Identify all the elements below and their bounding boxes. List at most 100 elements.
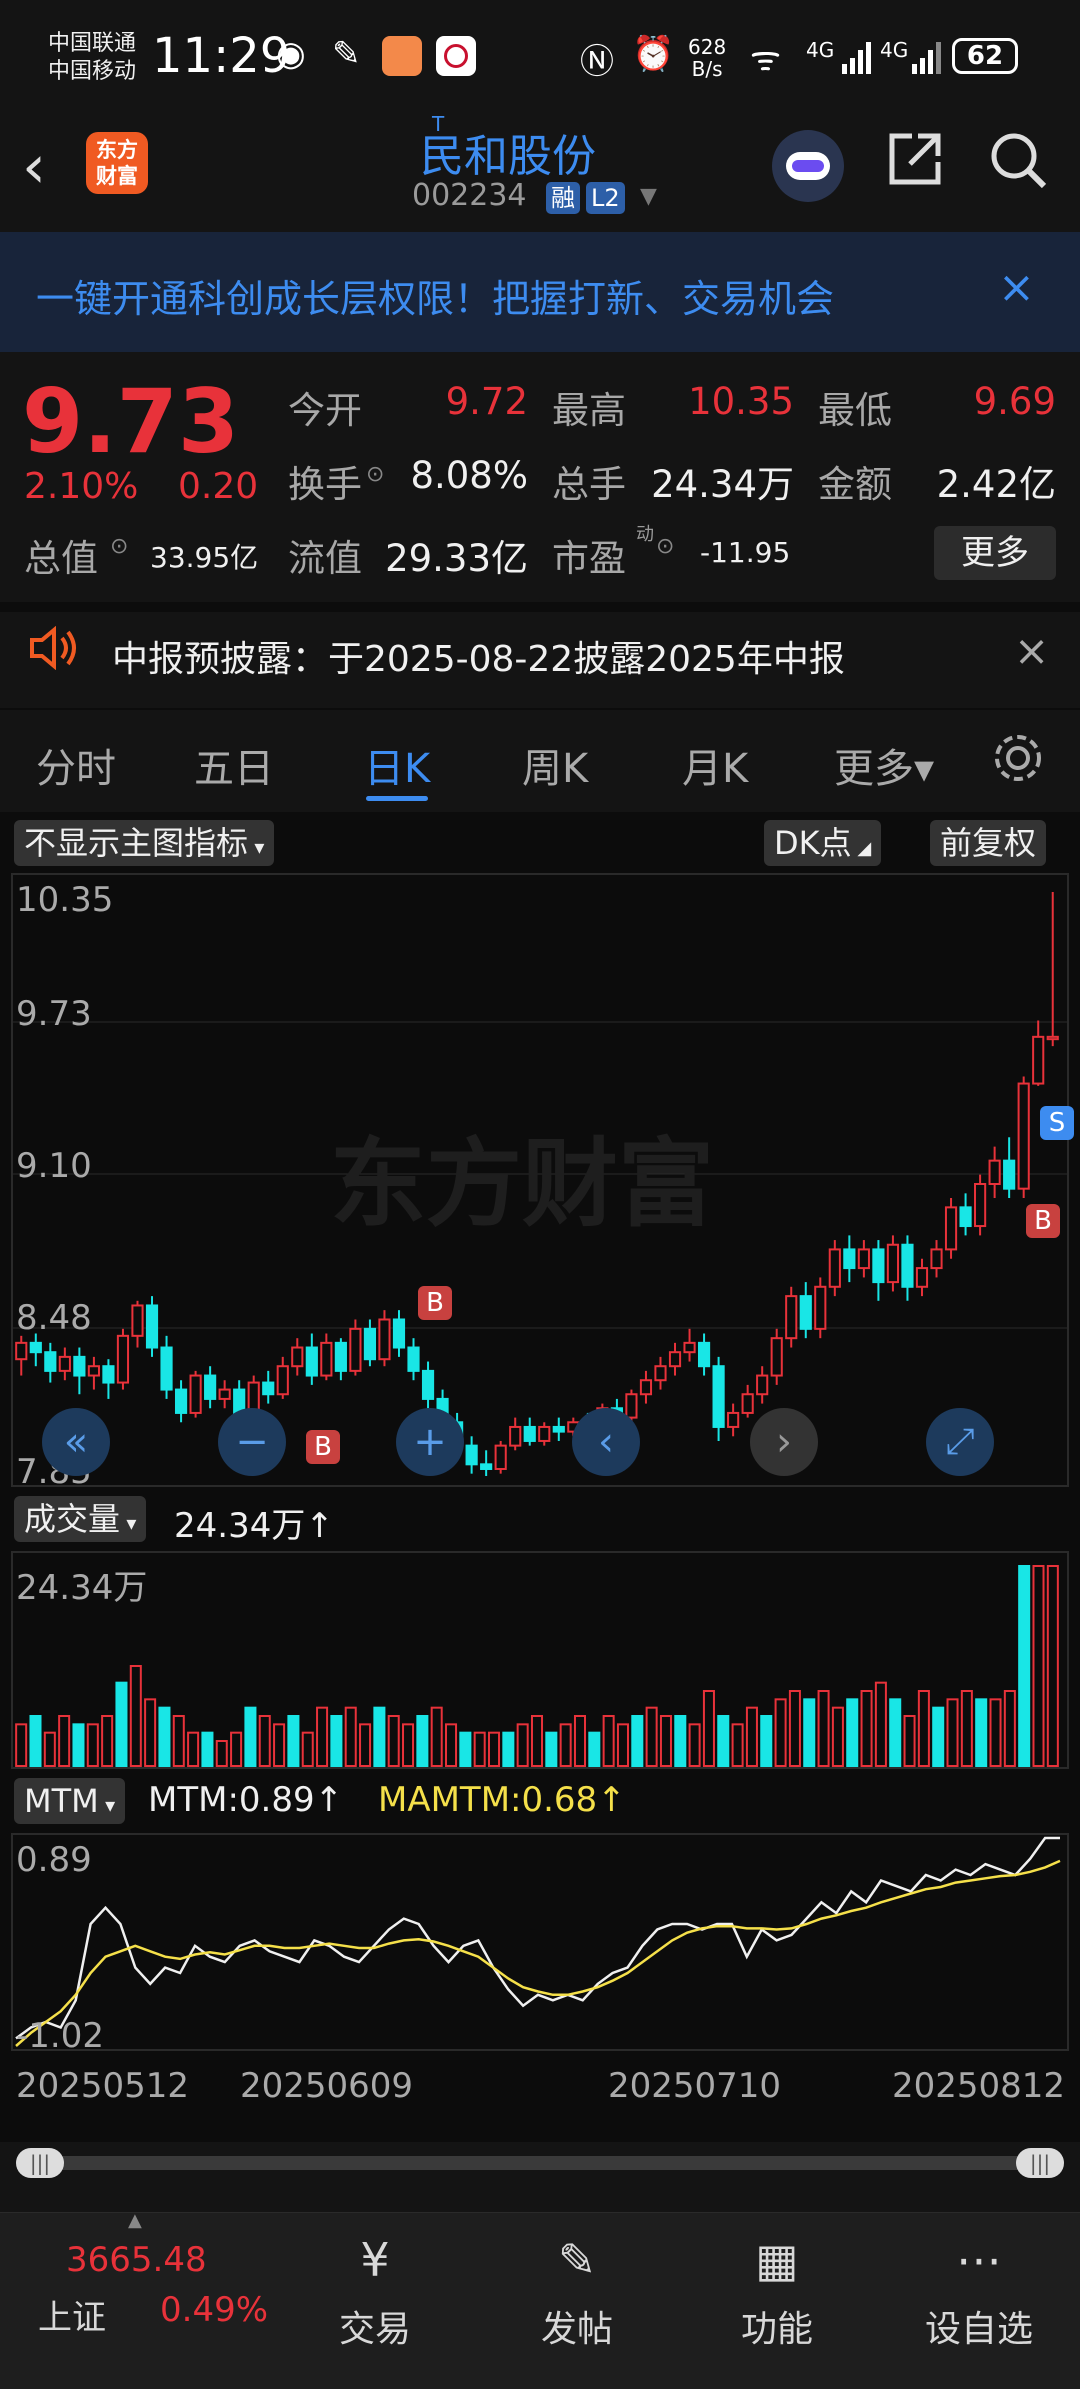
- mtm-line: [15, 1836, 1060, 2040]
- candle-body: [29, 1341, 42, 1354]
- battery-indicator: 62: [952, 38, 1018, 74]
- mamtm-reading: MAMTM:0.68↑: [378, 1780, 626, 1820]
- robot-avatar[interactable]: [772, 130, 844, 202]
- pe-value: -11.95: [700, 536, 791, 569]
- mtm-indicator-select[interactable]: MTM ▾: [14, 1778, 126, 1824]
- volume-bar: [731, 1723, 744, 1767]
- range-slider-track[interactable]: [40, 2156, 1040, 2170]
- volume-bar: [72, 1723, 85, 1767]
- index-name[interactable]: 上证: [38, 2290, 106, 2339]
- candle-body: [785, 1295, 798, 1340]
- low-value: 9.69: [973, 380, 1056, 423]
- settings-gear-icon[interactable]: [990, 730, 1046, 790]
- volume-bar: [817, 1690, 830, 1767]
- mktcap-value: 33.95亿: [150, 541, 259, 574]
- volume-bar: [144, 1698, 157, 1767]
- tab-five-day[interactable]: 五日: [194, 736, 274, 794]
- search-icon[interactable]: [986, 128, 1050, 207]
- buy-marker[interactable]: B: [306, 1430, 340, 1464]
- fullscreen-button[interactable]: ⤢: [926, 1408, 994, 1476]
- volume-bar: [1018, 1565, 1031, 1767]
- nav-trade-label: 交易: [338, 2309, 411, 2350]
- sell-marker[interactable]: S: [1040, 1106, 1074, 1140]
- buy-marker[interactable]: B: [418, 1286, 452, 1320]
- scroll-start-button[interactable]: «: [42, 1408, 110, 1476]
- nav-post-label: 发帖: [540, 2309, 613, 2350]
- zoom-out-button[interactable]: −: [218, 1408, 286, 1476]
- signal-4g-2: 4G: [880, 38, 909, 62]
- zoom-in-button[interactable]: +: [396, 1408, 464, 1476]
- range-slider-right-handle[interactable]: |||: [1016, 2148, 1064, 2178]
- candle-body: [523, 1425, 536, 1442]
- candle-body: [654, 1365, 667, 1382]
- volume-bar: [602, 1715, 615, 1767]
- candle-body: [944, 1206, 958, 1251]
- tab-monthly-k[interactable]: 月K: [682, 736, 748, 794]
- volume-chart[interactable]: [0, 1550, 1080, 1772]
- scroll-right-button[interactable]: ›: [750, 1408, 818, 1476]
- mtm-chart[interactable]: [0, 1832, 1080, 2054]
- candle-body: [276, 1365, 289, 1396]
- banner-text[interactable]: 一键开通科创成长层权限！把握打新、交易机会: [36, 268, 834, 323]
- divider: [0, 602, 1080, 612]
- promo-banner[interactable]: 一键开通科创成长层权限！把握打新、交易机会 ×: [0, 232, 1080, 352]
- candle-body: [465, 1444, 478, 1466]
- nav-trade[interactable]: ¥ 交易: [310, 2220, 440, 2352]
- tab-intraday[interactable]: 分时: [36, 736, 116, 794]
- buy-marker[interactable]: B: [1026, 1204, 1060, 1238]
- volume-indicator-select[interactable]: 成交量 ▾: [14, 1496, 147, 1542]
- banner-close-icon[interactable]: ×: [998, 262, 1035, 313]
- notice-close-icon[interactable]: ×: [1014, 626, 1049, 675]
- info-icon[interactable]: ⊙: [366, 462, 384, 487]
- mktcap-label: 总值: [24, 537, 98, 580]
- back-button[interactable]: ‹: [22, 132, 46, 202]
- stock-name[interactable]: 民和股份: [420, 120, 596, 184]
- current-price: 9.73: [22, 370, 240, 473]
- candle-body: [741, 1393, 754, 1414]
- volume-bar: [588, 1731, 601, 1768]
- chevron-down-icon[interactable]: ▼: [640, 184, 657, 209]
- wifi-icon: ᯤ: [750, 39, 782, 79]
- chevron-up-icon[interactable]: ▲: [128, 2210, 142, 2231]
- app-logo[interactable]: 东方 财富: [86, 132, 148, 194]
- dk-point-toggle[interactable]: DK点 ◢: [764, 820, 882, 866]
- candle-body: [131, 1304, 144, 1337]
- index-value[interactable]: 3665.48: [66, 2240, 207, 2280]
- more-button[interactable]: 更多: [934, 526, 1056, 580]
- main-indicator-select[interactable]: 不显示主图指标 ▾: [14, 820, 275, 866]
- nav-add-watchlist[interactable]: ⋯ 设自选: [914, 2220, 1044, 2352]
- mktcap-info-icon[interactable]: ⊙: [110, 534, 128, 559]
- volume-bar: [760, 1715, 773, 1767]
- range-slider-left-handle[interactable]: |||: [16, 2148, 64, 2178]
- notice-text[interactable]: 中报预披露：于2025-08-22披露2025年中报: [112, 630, 845, 682]
- nav-functions[interactable]: ▦ 功能: [712, 2220, 842, 2352]
- tab-weekly-k[interactable]: 周K: [522, 736, 588, 794]
- candle-body: [697, 1341, 711, 1368]
- signal-bars-2-icon: [910, 40, 944, 74]
- adjust-select[interactable]: 前复权: [930, 820, 1047, 866]
- carrier-info: 中国联通 中国移动: [48, 30, 136, 86]
- price-axis-label: 10.35: [16, 880, 114, 920]
- scroll-left-button[interactable]: ‹: [572, 1408, 640, 1476]
- divider: [0, 708, 1080, 710]
- volume-bar: [788, 1690, 801, 1767]
- level2-tag: L2: [586, 182, 625, 214]
- volume-bar: [115, 1681, 128, 1768]
- tab-more[interactable]: 更多▾: [834, 736, 934, 794]
- candle-body: [378, 1318, 391, 1361]
- volume-bar: [745, 1706, 758, 1768]
- volume-bar: [502, 1731, 515, 1768]
- index-change[interactable]: 0.49%: [160, 2290, 268, 2330]
- volume-bar: [903, 1715, 916, 1767]
- candle-body: [421, 1369, 435, 1400]
- volume-bar: [803, 1698, 816, 1767]
- volume-bar: [631, 1715, 644, 1767]
- share-icon[interactable]: [884, 128, 946, 205]
- candle-body: [988, 1159, 1001, 1186]
- nav-post[interactable]: ✎ 发帖: [512, 2220, 642, 2352]
- candle-body: [73, 1355, 86, 1377]
- pe-info-icon[interactable]: ⊙: [656, 534, 674, 559]
- tab-daily-k[interactable]: 日K: [364, 736, 430, 794]
- volume-bar: [273, 1723, 286, 1767]
- volume-bar: [287, 1715, 300, 1767]
